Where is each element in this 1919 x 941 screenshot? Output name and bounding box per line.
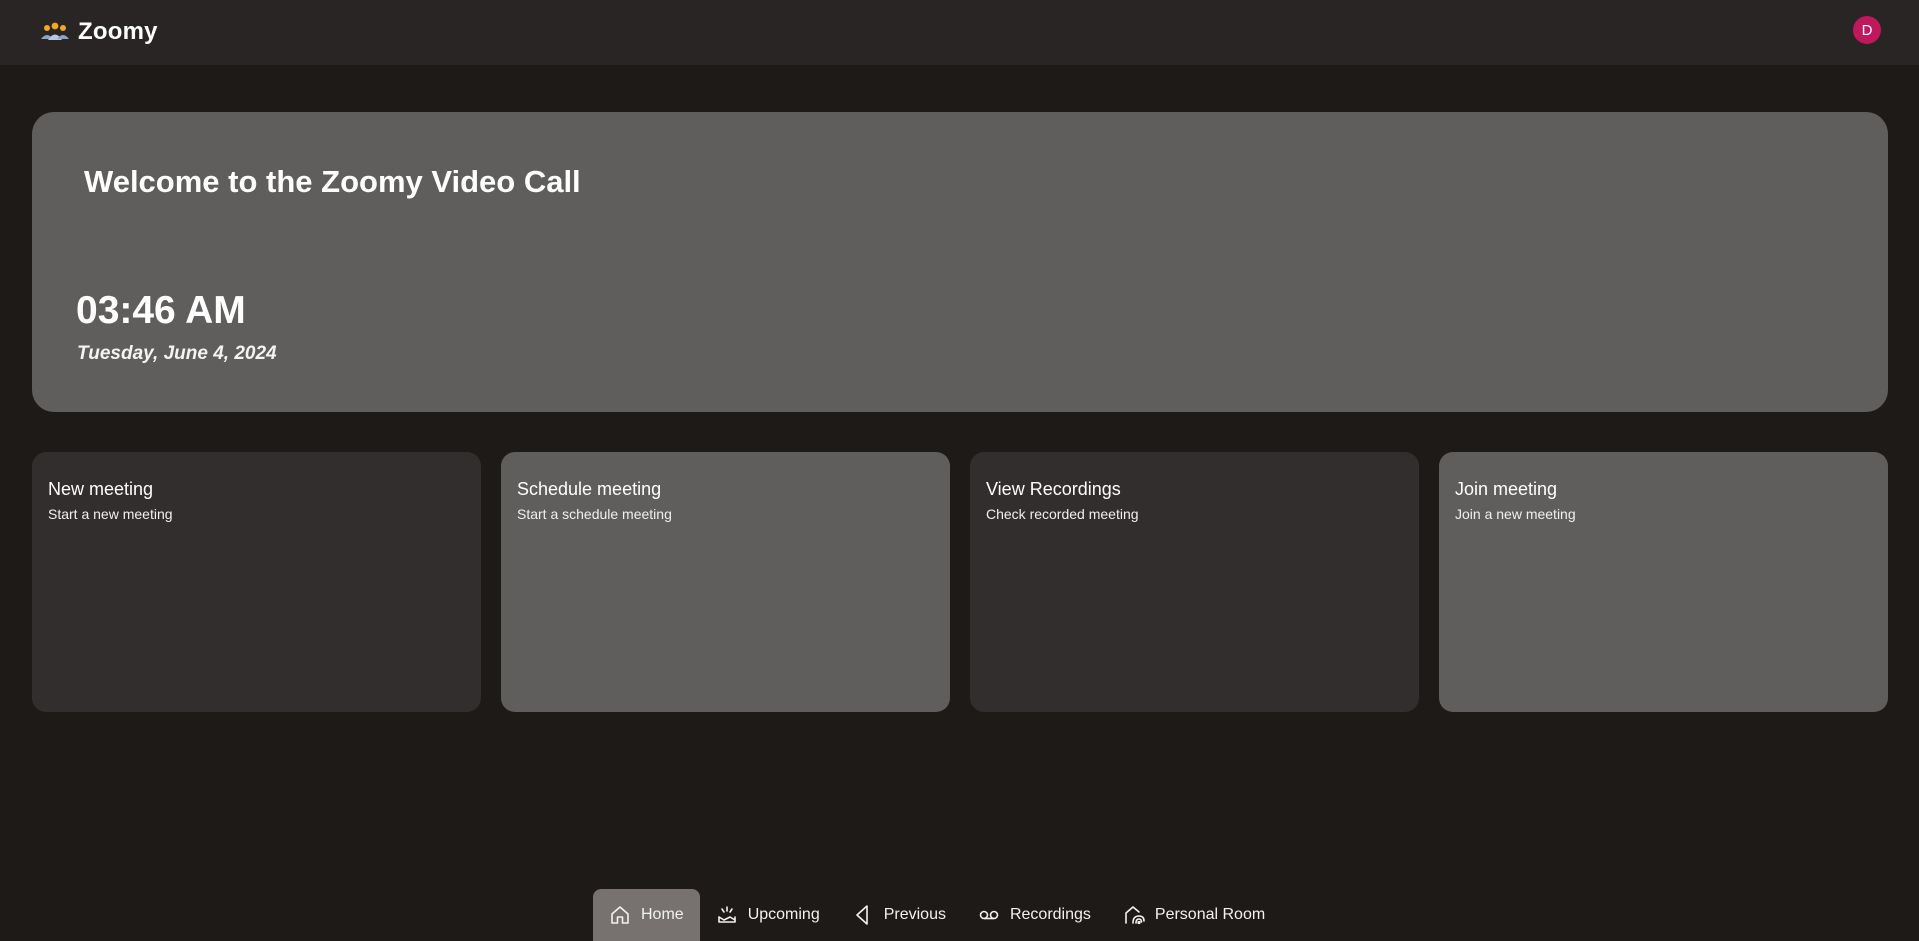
page-title: Welcome to the Zoomy Video Call — [84, 164, 581, 199]
top-bar: Zoomy D — [0, 0, 1919, 65]
join-meeting-card[interactable]: Join meeting Join a new meeting — [1439, 452, 1888, 712]
nav-item-previous[interactable]: Previous — [836, 889, 962, 941]
view-recordings-card[interactable]: View Recordings Check recorded meeting — [970, 452, 1419, 712]
card-title: View Recordings — [986, 479, 1121, 499]
brand[interactable]: Zoomy — [40, 18, 158, 46]
nav-label: Personal Room — [1154, 906, 1266, 923]
card-subtitle: Start a schedule meeting — [517, 506, 672, 522]
nav-label: Home — [641, 906, 684, 923]
nav-item-recordings[interactable]: Recordings — [962, 889, 1107, 941]
nav-item-personal-room[interactable]: Personal Room — [1107, 889, 1281, 941]
avatar[interactable]: D — [1853, 16, 1881, 44]
nav-label: Upcoming — [747, 906, 820, 923]
home-icon — [611, 906, 629, 924]
current-date: Tuesday, June 4, 2024 — [77, 343, 277, 364]
app-name: Zoomy — [78, 18, 158, 45]
nav-item-upcoming[interactable]: Upcoming — [700, 889, 836, 941]
nav-label: Recordings — [1009, 906, 1091, 923]
card-title: New meeting — [48, 479, 154, 499]
nav-label: Previous — [883, 906, 946, 923]
card-subtitle: Start a new meeting — [48, 506, 173, 522]
card-title: Join meeting — [1455, 479, 1558, 499]
new-meeting-card[interactable]: New meeting Start a new meeting — [32, 452, 481, 712]
card-title: Schedule meeting — [517, 479, 662, 499]
card-subtitle: Check recorded meeting — [986, 506, 1139, 522]
schedule-meeting-card[interactable]: Schedule meeting Start a schedule meetin… — [501, 452, 950, 712]
personal-room-icon — [1125, 906, 1145, 925]
recordings-icon — [979, 910, 999, 920]
card-subtitle: Join a new meeting — [1455, 506, 1576, 522]
previous-icon — [855, 905, 868, 925]
nav-item-home[interactable]: Home — [593, 889, 700, 941]
bottom-nav: Home Upcoming Previous Recordings Person… — [593, 889, 1281, 941]
people-group-icon — [41, 22, 69, 40]
welcome-banner: Welcome to the Zoomy Video Call 03:46 AM… — [32, 112, 1888, 412]
current-time: 03:46 AM — [76, 289, 246, 332]
upcoming-icon — [717, 906, 736, 923]
